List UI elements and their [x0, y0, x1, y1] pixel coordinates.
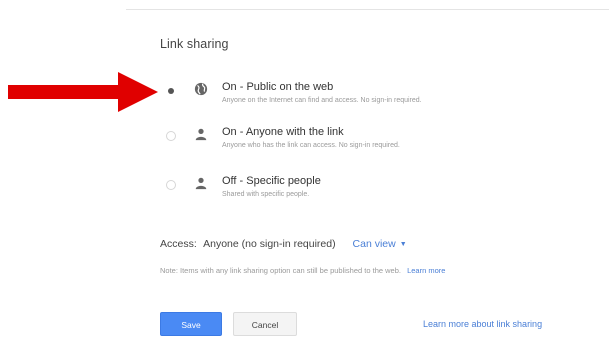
note-row: Note: Items with any link sharing option… [160, 266, 445, 275]
access-row: Access: Anyone (no sign-in required) Can… [160, 238, 407, 250]
option-title: Off - Specific people [222, 175, 321, 187]
red-arrow-annotation [8, 72, 158, 112]
option-description: Anyone who has the link can access. No s… [222, 142, 400, 149]
dialog-heading: Link sharing [160, 37, 229, 51]
note-text: Note: Items with any link sharing option… [160, 266, 401, 275]
radio-public-on-web[interactable] [166, 86, 176, 96]
permission-value: Can view [352, 238, 396, 250]
screenshot-canvas: Link sharing On - Public on the web Anyo… [0, 0, 609, 362]
radio-specific-people[interactable] [166, 180, 176, 190]
permission-dropdown[interactable]: Can view ▼ [353, 238, 407, 250]
save-button[interactable]: Save [160, 312, 222, 336]
option-specific-people[interactable]: Off - Specific people Shared with specif… [160, 175, 560, 212]
chevron-down-icon: ▼ [399, 241, 407, 248]
option-title: On - Public on the web [222, 81, 334, 93]
radio-anyone-with-link[interactable] [166, 131, 176, 141]
option-title: On - Anyone with the link [222, 126, 344, 138]
link-person-icon [194, 127, 210, 143]
option-public-on-web[interactable]: On - Public on the web Anyone on the Int… [160, 81, 560, 118]
globe-icon [194, 82, 210, 98]
option-anyone-with-link[interactable]: On - Anyone with the link Anyone who has… [160, 126, 560, 163]
person-icon [194, 176, 210, 192]
access-label: Access: [160, 238, 197, 250]
top-divider [126, 9, 609, 10]
option-description: Anyone on the Internet can find and acce… [222, 97, 422, 104]
note-learn-more-link[interactable]: Learn more [407, 266, 445, 275]
cancel-button[interactable]: Cancel [233, 312, 297, 336]
option-description: Shared with specific people. [222, 191, 310, 198]
learn-more-link-sharing[interactable]: Learn more about link sharing [423, 319, 542, 329]
access-value: Anyone (no sign-in required) [203, 238, 336, 250]
